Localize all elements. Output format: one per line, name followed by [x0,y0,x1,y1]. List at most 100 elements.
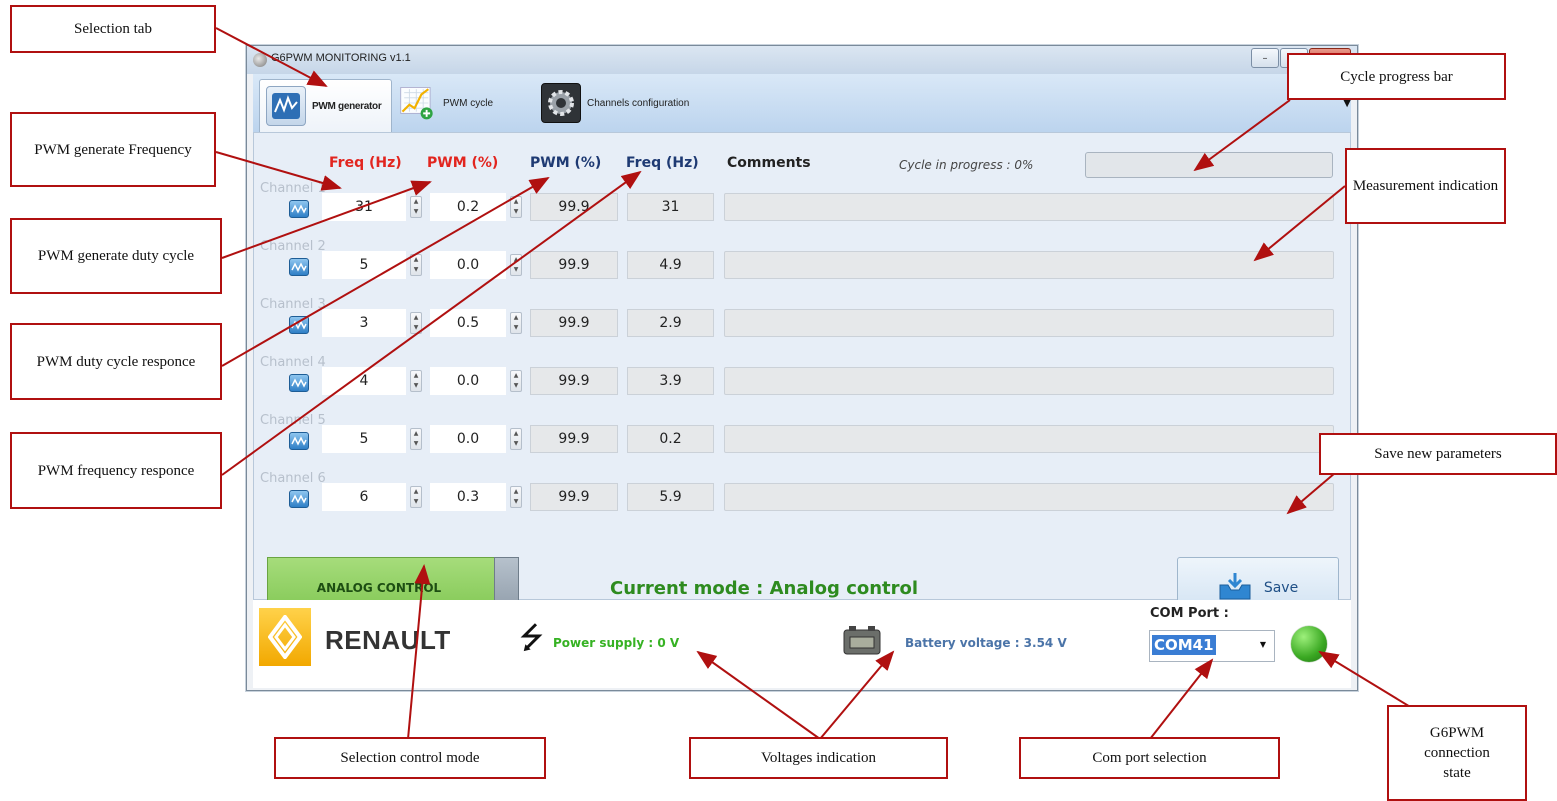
tab-channels-configuration[interactable]: Channels configuration [541,79,689,127]
pwm-response-value: 99.9 [530,251,618,279]
comment-field[interactable] [724,425,1334,453]
tab-label: Channels configuration [587,97,690,109]
comment-field[interactable] [724,483,1334,511]
channel-wave-icon[interactable] [289,490,309,508]
cycle-progress-text: Cycle in progress : 0% [899,158,1034,172]
save-label: Save [1263,580,1299,596]
freq-generate-stepper[interactable]: ▲ ▼ [410,370,422,392]
comment-field[interactable] [724,193,1334,221]
channel-label: Channel 4 [260,355,326,370]
header-comments: Comments [727,155,811,171]
pwm-generate-input[interactable]: 0.0 [430,367,506,395]
gear-icon [541,83,581,123]
pwm-generate-stepper[interactable]: ▲ ▼ [510,196,522,218]
callout-selection-tab: Selection tab [10,5,216,53]
tab-bar: PWM generator PWM cycle Channels configu… [253,74,1351,132]
app-window: G6PWM MONITORING v1.1 – □ ✕ PWM generato… [246,45,1358,691]
channel-label: Channel 2 [260,239,326,254]
chevron-down-icon: ▼ [1259,640,1266,649]
callout-save-new-parameters: Save new parameters [1319,433,1557,475]
channel-wave-icon[interactable] [289,374,309,392]
callout-pwm-frequency-responce: PWM frequency responce [10,432,222,509]
freq-generate-stepper[interactable]: ▲ ▼ [410,196,422,218]
app-icon [253,53,267,67]
pwm-response-value: 99.9 [530,425,618,453]
freq-generate-input[interactable]: 31 [322,193,406,221]
pwm-generator-panel: Freq (Hz) PWM (%) PWM (%) Freq (Hz) Comm… [253,132,1351,619]
pwm-generate-input[interactable]: 0.0 [430,251,506,279]
header-freq-response: Freq (Hz) [626,155,699,171]
pwm-generate-input[interactable]: 0.0 [430,425,506,453]
freq-generate-input[interactable]: 4 [322,367,406,395]
pwm-response-value: 99.9 [530,309,618,337]
freq-response-value: 4.9 [627,251,714,279]
channel-wave-icon[interactable] [289,316,309,334]
callout-voltages-indication: Voltages indication [689,737,948,779]
comment-field[interactable] [724,251,1334,279]
cycle-progress-bar [1085,152,1333,178]
pwm-generate-stepper[interactable]: ▲ ▼ [510,486,522,508]
callout-g6pwm-connection-state: G6PWM connection state [1387,705,1527,801]
battery-icon [841,624,883,660]
channel-label: Channel 5 [260,413,326,428]
header-pwm-generate: PWM (%) [427,155,499,171]
pwm-generate-stepper[interactable]: ▲ ▼ [510,254,522,276]
window-title: G6PWM MONITORING v1.1 [271,52,411,64]
freq-generate-stepper[interactable]: ▲ ▼ [410,428,422,450]
pwm-generate-input[interactable]: 0.3 [430,483,506,511]
pwm-generate-input[interactable]: 0.5 [430,309,506,337]
status-footer: RENAULT ⭍ Power supply : 0 V Battery vol… [253,600,1351,688]
callout-selection-control-mode: Selection control mode [274,737,546,779]
comment-field[interactable] [724,367,1334,395]
channel-label: Channel 3 [260,297,326,312]
freq-response-value: 31 [627,193,714,221]
renault-logo [259,608,311,666]
pwm-generate-stepper[interactable]: ▲ ▼ [510,428,522,450]
callout-pwm-generate-frequency: PWM generate Frequency [10,112,216,187]
freq-generate-input[interactable]: 5 [322,425,406,453]
current-mode-text: Current mode : Analog control [610,578,919,599]
freq-response-value: 2.9 [627,309,714,337]
freq-generate-stepper[interactable]: ▲ ▼ [410,254,422,276]
callout-pwm-generate-duty-cycle: PWM generate duty cycle [10,218,222,294]
callout-com-port-selection: Com port selection [1019,737,1280,779]
channel-wave-icon[interactable] [289,258,309,276]
lightning-icon: ⭍ [519,621,544,656]
freq-response-value: 0.2 [627,425,714,453]
callout-cycle-progress-bar: Cycle progress bar [1287,53,1506,100]
freq-generate-stepper[interactable]: ▲ ▼ [410,312,422,334]
comment-field[interactable] [724,309,1334,337]
channel-label: Channel 6 [260,471,326,486]
tab-pwm-generator[interactable]: PWM generator [259,79,393,132]
tab-pwm-cycle[interactable]: PWM cycle [399,79,493,127]
power-supply-text: Power supply : 0 V [553,636,680,650]
header-pwm-response: PWM (%) [530,155,602,171]
com-port-label: COM Port : [1150,606,1229,621]
freq-generate-input[interactable]: 6 [322,483,406,511]
pwm-response-value: 99.9 [530,193,618,221]
pwm-generator-icon [266,86,306,126]
freq-generate-stepper[interactable]: ▲ ▼ [410,486,422,508]
callout-pwm-duty-cycle-responce: PWM duty cycle responce [10,323,222,400]
freq-generate-input[interactable]: 3 [322,309,406,337]
pwm-cycle-icon [399,84,437,122]
callout-measurement-indication: Measurement indication [1345,148,1506,224]
channel-wave-icon[interactable] [289,200,309,218]
minimize-button[interactable]: – [1251,48,1279,68]
brand-name: RENAULT [325,625,451,655]
pwm-generate-stepper[interactable]: ▲ ▼ [510,312,522,334]
title-bar: G6PWM MONITORING v1.1 – □ ✕ [247,46,1357,74]
freq-response-value: 3.9 [627,367,714,395]
freq-response-value: 5.9 [627,483,714,511]
com-port-select[interactable]: COM41 ▼ [1149,630,1275,662]
com-port-value: COM41 [1152,635,1216,655]
channel-wave-icon[interactable] [289,432,309,450]
freq-generate-input[interactable]: 5 [322,251,406,279]
tab-label: PWM generator [312,100,382,112]
connection-state-led [1291,626,1327,662]
pwm-generate-stepper[interactable]: ▲ ▼ [510,370,522,392]
header-freq-generate: Freq (Hz) [329,155,402,171]
pwm-generate-input[interactable]: 0.2 [430,193,506,221]
channel-label: Channel 1 [260,181,326,196]
battery-voltage-text: Battery voltage : 3.54 V [905,636,1067,650]
